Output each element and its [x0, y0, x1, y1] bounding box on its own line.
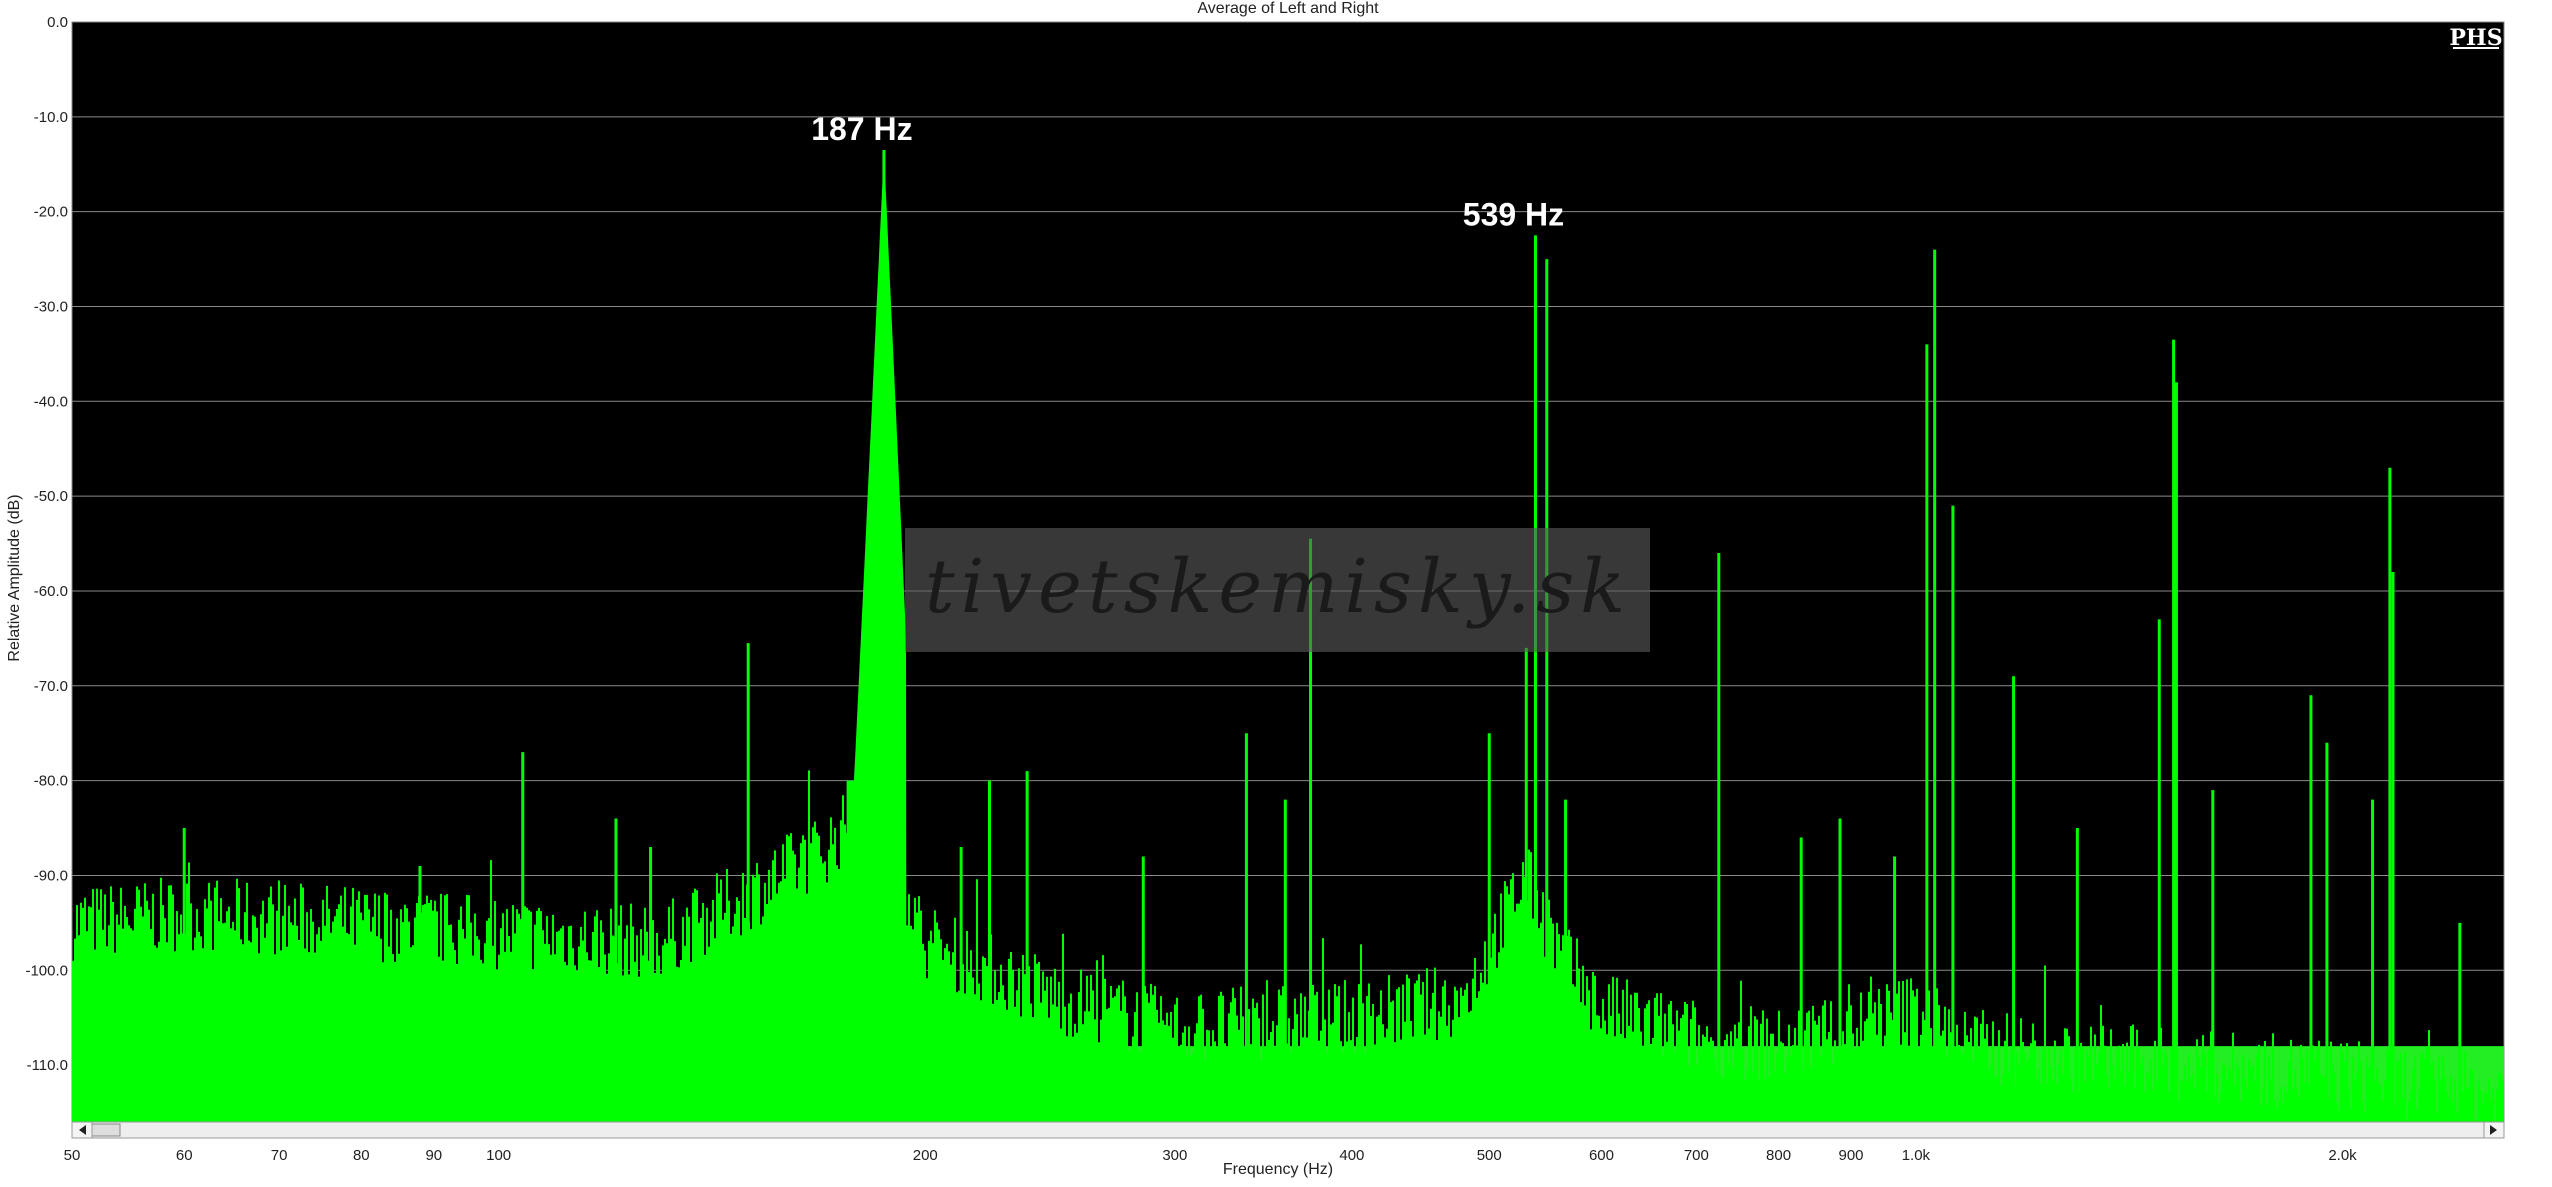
y-tick-label: -50.0 — [34, 488, 68, 505]
scroll-right-button[interactable] — [2483, 1121, 2505, 1139]
y-tick-label: -110.0 — [27, 1057, 68, 1074]
chart-title: Average of Left and Right — [1197, 0, 1379, 17]
x-tick-labels: 50 60 70 80 90 100 200 300 400 500 600 700 800 900 1.0… — [64, 1147, 2358, 1164]
y-axis-title: Relative Amplitude (dB) — [6, 494, 23, 661]
watermark: tivetskemisky.sk — [905, 528, 1650, 652]
y-tick-label: -70.0 — [34, 678, 68, 695]
x-tick-label: 500 — [1477, 1147, 1502, 1164]
x-tick-label: 200 — [913, 1147, 938, 1164]
horizontal-scrollbar[interactable] — [71, 1121, 2505, 1139]
x-tick-label: 1.0k — [1902, 1147, 1931, 1164]
y-tick-label: -20.0 — [34, 204, 68, 221]
y-tick-label: -30.0 — [34, 298, 68, 315]
x-tick-label: 800 — [1766, 1147, 1791, 1164]
x-tick-label: 50 — [64, 1147, 81, 1164]
x-tick-label: 60 — [176, 1147, 193, 1164]
y-tick-label: -40.0 — [34, 393, 68, 410]
x-tick-label: 90 — [425, 1147, 442, 1164]
y-tick-label: -80.0 — [34, 773, 68, 790]
watermark-text: tivetskemisky.sk — [925, 544, 1631, 630]
x-tick-label: 100 — [486, 1147, 511, 1164]
x-axis-title: Frequency (Hz) — [1223, 1161, 1333, 1178]
peak-annotation-label: 187 Hz — [811, 111, 912, 147]
x-tick-label: 300 — [1162, 1147, 1187, 1164]
x-tick-label: 80 — [353, 1147, 370, 1164]
x-tick-label: 2.0k — [2328, 1147, 2357, 1164]
phs-logo: PHS — [2449, 25, 2502, 51]
y-tick-label: -10.0 — [34, 109, 68, 126]
x-tick-label: 400 — [1339, 1147, 1364, 1164]
x-tick-label: 700 — [1684, 1147, 1709, 1164]
spectrum-chart-svg: Average of Left and Right 0.0 -10.0 -20.0 -… — [6, 0, 2505, 1178]
scroll-left-button[interactable] — [71, 1121, 93, 1139]
y-tick-labels: 0.0 -10.0 -20.0 -30.0 -40.0 -50.0 -60.0 -70.0 -8… — [25, 14, 68, 1074]
x-tick-label: 70 — [271, 1147, 288, 1164]
x-tick-label: 900 — [1839, 1147, 1864, 1164]
y-tick-label: -60.0 — [34, 583, 68, 600]
scrollbar-track[interactable] — [71, 1121, 2505, 1139]
y-tick-label: -90.0 — [34, 867, 68, 884]
peak-annotation-label: 539 Hz — [1463, 196, 1564, 232]
y-tick-label: -100.0 — [25, 962, 68, 979]
scrollbar-thumb[interactable] — [91, 1123, 121, 1137]
x-tick-label: 600 — [1589, 1147, 1614, 1164]
y-tick-label: 0.0 — [47, 14, 68, 31]
spectrum-chart: Average of Left and Right 0.0 -10.0 -20.0 -… — [0, 0, 2552, 1182]
